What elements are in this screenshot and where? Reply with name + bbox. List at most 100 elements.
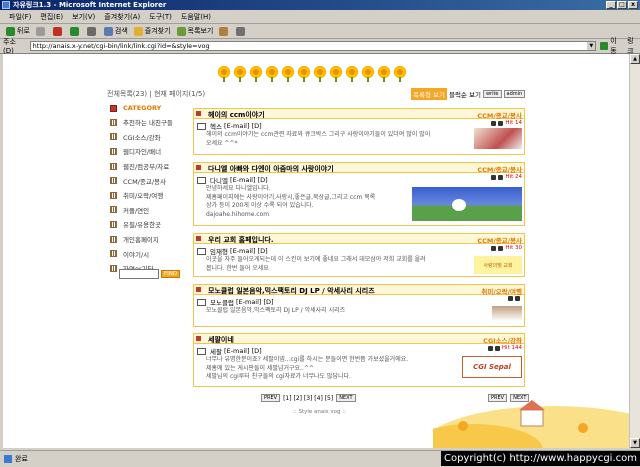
page-numbers[interactable]: [1] [2] [3] [4] [5]	[283, 395, 333, 402]
chevron-down-icon[interactable]: ▼	[587, 41, 596, 50]
forward-button[interactable]	[35, 26, 47, 36]
search-input[interactable]	[119, 269, 159, 279]
post-links[interactable]: [E-mail] [D]	[224, 347, 262, 355]
copyright-banner: Copyright(c) http://www.happycgi.com	[440, 451, 640, 466]
vertical-scrollbar[interactable]: ▲ ▼	[629, 54, 640, 448]
back-button[interactable]: 뒤로	[6, 26, 30, 36]
flower-icon	[217, 66, 231, 82]
category-item[interactable]: 추천하는 내친구들	[110, 115, 173, 130]
category-item[interactable]: 개인홈페이지	[110, 232, 173, 247]
post-title[interactable]: 우리 교회 홈페입니다.	[208, 235, 274, 245]
sunflower-field-decoration	[403, 366, 629, 448]
menu-favorites[interactable]: 즐겨찾기(A)	[104, 12, 140, 22]
flower-icon	[361, 66, 375, 82]
delete-icon[interactable]	[515, 296, 520, 301]
post-category[interactable]: 취미/오락/여행	[481, 286, 522, 296]
block-view-button[interactable]: 블럭순 보기	[449, 89, 481, 99]
forward-arrow-icon	[35, 26, 45, 36]
list-view-button[interactable]: 목록형 보기	[411, 88, 447, 100]
category-item[interactable]: 유필/유용한곳	[110, 217, 173, 232]
menu-file[interactable]: 파일(F)	[9, 12, 31, 22]
category-item[interactable]: 웹디자인/배너	[110, 144, 173, 159]
delete-icon[interactable]	[498, 174, 504, 180]
menu-edit[interactable]: 편집(E)	[40, 12, 63, 22]
category-item[interactable]: CCM/종교/봉사	[110, 173, 173, 188]
delete-icon[interactable]	[494, 345, 500, 351]
next-page-button[interactable]: NEXT	[336, 394, 356, 402]
favorites-button[interactable]: 즐겨찾기	[133, 26, 171, 36]
window-title: 자유링크1.3 - Microsoft Internet Explorer	[13, 1, 167, 9]
edit-icon[interactable]	[491, 245, 497, 251]
delete-icon[interactable]	[498, 245, 504, 251]
flower-icon	[393, 66, 407, 82]
post-category[interactable]: CCM/종교/봉사	[477, 164, 522, 174]
print-icon	[236, 26, 246, 36]
post-title[interactable]: 세팔이네	[208, 335, 234, 345]
post-description: 헤이의 ccm이야기는 ccm관련 자료와 큐크박스 그리구 사랑이야기들이 있…	[206, 131, 431, 147]
prev-button[interactable]: PREV	[488, 394, 508, 402]
links-button[interactable]: 링크	[627, 36, 640, 56]
delete-icon[interactable]	[498, 120, 504, 126]
admin-button[interactable]: admin	[503, 90, 526, 98]
link-post: 헤이의 ccm이야기 CCM/종교/봉사 헥스 [E-mail] [D] Hit…	[193, 108, 525, 155]
edit-icon[interactable]	[508, 296, 513, 301]
ie-icon	[2, 1, 10, 9]
category-item[interactable]: 취미/오락/여행	[110, 188, 173, 203]
print-button[interactable]	[236, 26, 247, 36]
post-description: 이곳을 자주 들어오게되는데 이 스킨이 보기에 좋네요 그래서 데모삼아 저희…	[206, 256, 426, 272]
close-button[interactable]: x	[628, 1, 638, 9]
mail-icon	[197, 122, 206, 130]
menu-view[interactable]: 보기(V)	[72, 12, 95, 22]
post-title[interactable]: 모노클럽 일본음악,믹스팩토리 DJ LP / 악세사리 시리즈	[208, 286, 375, 296]
status-text: 완료	[15, 455, 28, 463]
home-button[interactable]	[86, 26, 98, 36]
grid-icon	[110, 264, 117, 272]
edit-icon[interactable]	[487, 345, 493, 351]
edit-icon[interactable]	[491, 174, 497, 180]
post-category[interactable]: CGI소스/강좌	[483, 335, 522, 345]
scroll-up-icon[interactable]: ▲	[630, 54, 640, 64]
prev-page-button[interactable]: PREV	[261, 394, 281, 402]
address-input[interactable]: http://anais.x-y.net/cgi-bin/link/link.c…	[29, 40, 597, 51]
post-thumbnail[interactable]	[474, 128, 522, 149]
post-links[interactable]: [E-mail] [D]	[224, 122, 262, 130]
toolbar: 뒤로 검색 즐겨찾기 목록보기	[0, 24, 640, 39]
stop-button[interactable]	[52, 26, 64, 36]
category-item[interactable]: 웹진/컴공부/자료	[110, 159, 173, 174]
write-button[interactable]: write	[482, 90, 502, 98]
find-button[interactable]: FIND	[161, 270, 181, 278]
menu-help[interactable]: 도움말(H)	[181, 12, 211, 22]
search-icon	[103, 26, 113, 36]
post-thumbnail[interactable]	[412, 187, 522, 221]
post-thumbnail[interactable]	[492, 306, 522, 321]
search-button[interactable]: 검색	[103, 26, 128, 36]
category-item[interactable]: 이야기/시	[110, 246, 173, 261]
post-links[interactable]: [E-mail] [D]	[230, 247, 268, 255]
minimize-button[interactable]: _	[606, 1, 616, 9]
mail-button[interactable]	[219, 26, 230, 36]
scroll-down-icon[interactable]: ▼	[630, 438, 640, 448]
maximize-button[interactable]: □	[617, 1, 627, 9]
category-item[interactable]: 커플/연인	[110, 203, 173, 218]
post-thumbnail[interactable]: 사랑의빛 교회	[474, 256, 522, 274]
post-category[interactable]: CCM/종교/봉사	[477, 235, 522, 245]
post-title[interactable]: 다니엘 아빠와 다엔이 아줌마의 사랑이야기	[208, 164, 334, 174]
next-button[interactable]: NEXT	[510, 394, 530, 402]
post-links[interactable]: [E-mail] [D]	[230, 176, 268, 184]
post-bullet-icon	[196, 165, 201, 170]
menu-tools[interactable]: 도구(T)	[149, 12, 172, 22]
refresh-button[interactable]	[69, 26, 81, 36]
post-links[interactable]: [E-mail] [D]	[236, 298, 274, 306]
flower-icon	[297, 66, 311, 82]
hit-count: Hit 14	[505, 120, 522, 126]
page-done-icon	[4, 455, 12, 463]
go-button[interactable]: 이동	[600, 36, 623, 56]
post-description: 너무나 유명한분이죠? 세팔이넵...cgi를 하시는 분들이면 한번쯤 가보셨…	[206, 356, 409, 380]
post-category[interactable]: CCM/종교/봉사	[477, 110, 522, 120]
post-title[interactable]: 헤이의 ccm이야기	[208, 110, 265, 120]
mail-icon	[219, 26, 229, 36]
star-icon	[133, 26, 143, 36]
history-button[interactable]: 목록보기	[176, 26, 213, 36]
edit-icon[interactable]	[491, 120, 497, 126]
category-item[interactable]: CGI소스/강좌	[110, 130, 173, 145]
